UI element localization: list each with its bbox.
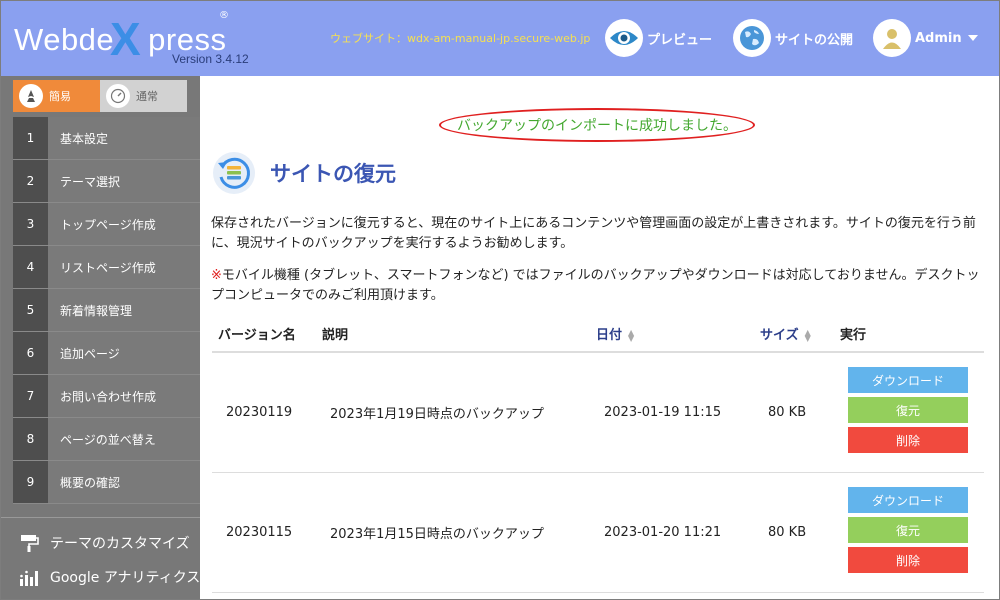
nav-label: トップページ作成 (60, 217, 156, 232)
sidebar-item-contact[interactable]: 7 お問い合わせ作成 (13, 375, 200, 418)
mobile-warning: ※モバイル機種 (タブレット、スマートフォンなど) ではファイルのバックアップや… (211, 266, 986, 306)
sidebar-item-overview[interactable]: 9 概要の確認 (13, 461, 200, 504)
cell-description: 2023年1月15日時点のバックアップ (316, 472, 590, 593)
download-button[interactable]: ダウンロード (848, 367, 968, 394)
google-analytics-label: Google アナリティクス (50, 570, 201, 586)
theme-customize-link[interactable]: テーマのカスタマイズ (18, 531, 190, 555)
nav-label: テーマ選択 (60, 174, 121, 189)
sidebar-divider (0, 517, 200, 518)
logo-registered-mark: ® (219, 10, 229, 21)
mode-easy-tab[interactable]: 簡易 (13, 80, 100, 112)
sidebar-item-additional-pages[interactable]: 6 追加ページ (13, 332, 200, 375)
restore-icon (213, 152, 255, 194)
cell-date: 2023-01-19 11:15 (590, 352, 754, 473)
nav-number: 6 (13, 332, 48, 374)
sidebar-item-page-order[interactable]: 8 ページの並べ替え (13, 418, 200, 461)
cell-actions: ダウンロード 復元 削除 (834, 472, 984, 593)
sidebar: 簡易 通常 1 基本設定 2 テーマ選択 3 トップページ作成 4 リストページ作成 5… (0, 76, 200, 600)
publish-site-button[interactable]: サイトの公開 (733, 17, 853, 59)
top-header: Webde press X ® Version 3.4.12 ウェブサイト：wdx… (0, 0, 1000, 76)
delete-button[interactable]: 削除 (848, 427, 968, 454)
mode-normal-tab[interactable]: 通常 (100, 80, 187, 112)
table-row: 20230119 2023年1月19日時点のバックアップ 2023-01-19 … (212, 352, 984, 473)
nav-number: 2 (13, 160, 48, 202)
version-label: Version 3.4.12 (172, 52, 249, 66)
nav-number: 9 (13, 461, 48, 503)
cell-description: 2023年1月19日時点のバックアップ (316, 352, 590, 473)
nav-label: 新着情報管理 (60, 303, 133, 318)
website-url[interactable]: ウェブサイト：wdx-am-manual-jp.secure-web.jp (330, 30, 590, 46)
table-header-row: バージョン名 説明 日付 ▲ ▼ サイズ ▲ ▼ 実行 (212, 316, 984, 353)
nav-label: 概要の確認 (60, 475, 121, 490)
nav-label: お問い合わせ作成 (60, 389, 157, 404)
date-header-label: 日付 (596, 328, 623, 343)
sidebar-item-basic-settings[interactable]: 1 基本設定 (13, 117, 200, 160)
bar-chart-icon (18, 567, 40, 587)
cell-version: 20230119 (212, 352, 316, 473)
col-header-description: 説明 (316, 316, 590, 353)
logo-x-mark: X (110, 13, 141, 65)
col-header-size[interactable]: サイズ ▲ ▼ (754, 316, 834, 353)
nav-label: 追加ページ (60, 346, 120, 361)
success-notice: バックアップのインポートに成功しました。 (439, 108, 755, 142)
cell-date: 2023-01-20 11:21 (590, 472, 754, 593)
version-table: バージョン名 説明 日付 ▲ ▼ サイズ ▲ ▼ 実行 20230119 2023年1月… (212, 316, 984, 593)
nav-label: 基本設定 (60, 131, 109, 146)
rocket-icon (19, 84, 43, 108)
sidebar-nav: 1 基本設定 2 テーマ選択 3 トップページ作成 4 リストページ作成 5 新着情報管理… (13, 117, 200, 504)
cell-version: 20230115 (212, 472, 316, 593)
paint-roller-icon (18, 533, 40, 553)
nav-number: 1 (13, 117, 48, 159)
nav-label: ページの並べ替え (60, 432, 156, 447)
cell-actions: ダウンロード 復元 削除 (834, 352, 984, 473)
publish-label: サイトの公開 (775, 32, 854, 48)
cell-size: 80 KB (754, 472, 834, 593)
warning-mark: ※ (211, 268, 222, 283)
preview-button[interactable]: プレビュー (605, 17, 712, 59)
sort-icon: ▲ ▼ (804, 327, 811, 343)
eye-icon (605, 19, 643, 57)
size-header-label: サイズ (760, 328, 799, 343)
admin-label: Admin (915, 30, 962, 46)
delete-button[interactable]: 削除 (848, 547, 968, 573)
table-row: 20230115 2023年1月15日時点のバックアップ 2023-01-20 … (212, 472, 984, 593)
col-header-version: バージョン名 (212, 316, 316, 353)
sidebar-item-news[interactable]: 5 新着情報管理 (13, 289, 200, 332)
preview-label: プレビュー (647, 32, 713, 48)
col-header-action: 実行 (834, 316, 984, 353)
mode-easy-label: 簡易 (49, 90, 71, 103)
success-message: バックアップのインポートに成功しました。 (457, 118, 737, 134)
page-title-text: サイトの復元 (270, 162, 396, 186)
warning-text: モバイル機種 (タブレット、スマートフォンなど) ではファイルのバックアップやダ… (211, 268, 980, 303)
col-header-date[interactable]: 日付 ▲ ▼ (590, 316, 754, 353)
nav-number: 5 (13, 289, 48, 331)
admin-menu[interactable]: Admin (873, 17, 978, 59)
sidebar-item-top-page[interactable]: 3 トップページ作成 (13, 203, 200, 246)
download-button[interactable]: ダウンロード (848, 487, 968, 513)
restore-description: 保存されたバージョンに復元すると、現在のサイト上にあるコンテンツや管理画面の設定… (211, 216, 976, 251)
sidebar-item-theme-select[interactable]: 2 テーマ選択 (13, 160, 200, 203)
mode-normal-label: 通常 (136, 90, 158, 103)
nav-number: 3 (13, 203, 48, 245)
mode-switch: 簡易 通常 (13, 80, 187, 112)
nav-number: 8 (13, 418, 48, 460)
globe-icon (733, 19, 771, 57)
chevron-down-icon (967, 35, 978, 41)
nav-label: リストページ作成 (60, 260, 156, 275)
nav-number: 4 (13, 246, 48, 288)
nav-number: 7 (13, 375, 48, 417)
sort-icon: ▲ ▼ (628, 327, 635, 343)
page-title: サイトの復元 (212, 151, 396, 195)
sidebar-item-list-page[interactable]: 4 リストページ作成 (13, 246, 200, 289)
theme-customize-label: テーマのカスタマイズ (50, 536, 190, 552)
main-content: バックアップのインポートに成功しました。 サイトの復元 保存されたバージョンに復… (200, 76, 1000, 600)
restore-button[interactable]: 復元 (848, 397, 968, 424)
cell-size: 80 KB (754, 352, 834, 473)
user-avatar-icon (873, 19, 911, 57)
gauge-icon (106, 84, 130, 108)
google-analytics-link[interactable]: Google アナリティクス (18, 565, 200, 589)
restore-button[interactable]: 復元 (848, 517, 968, 543)
